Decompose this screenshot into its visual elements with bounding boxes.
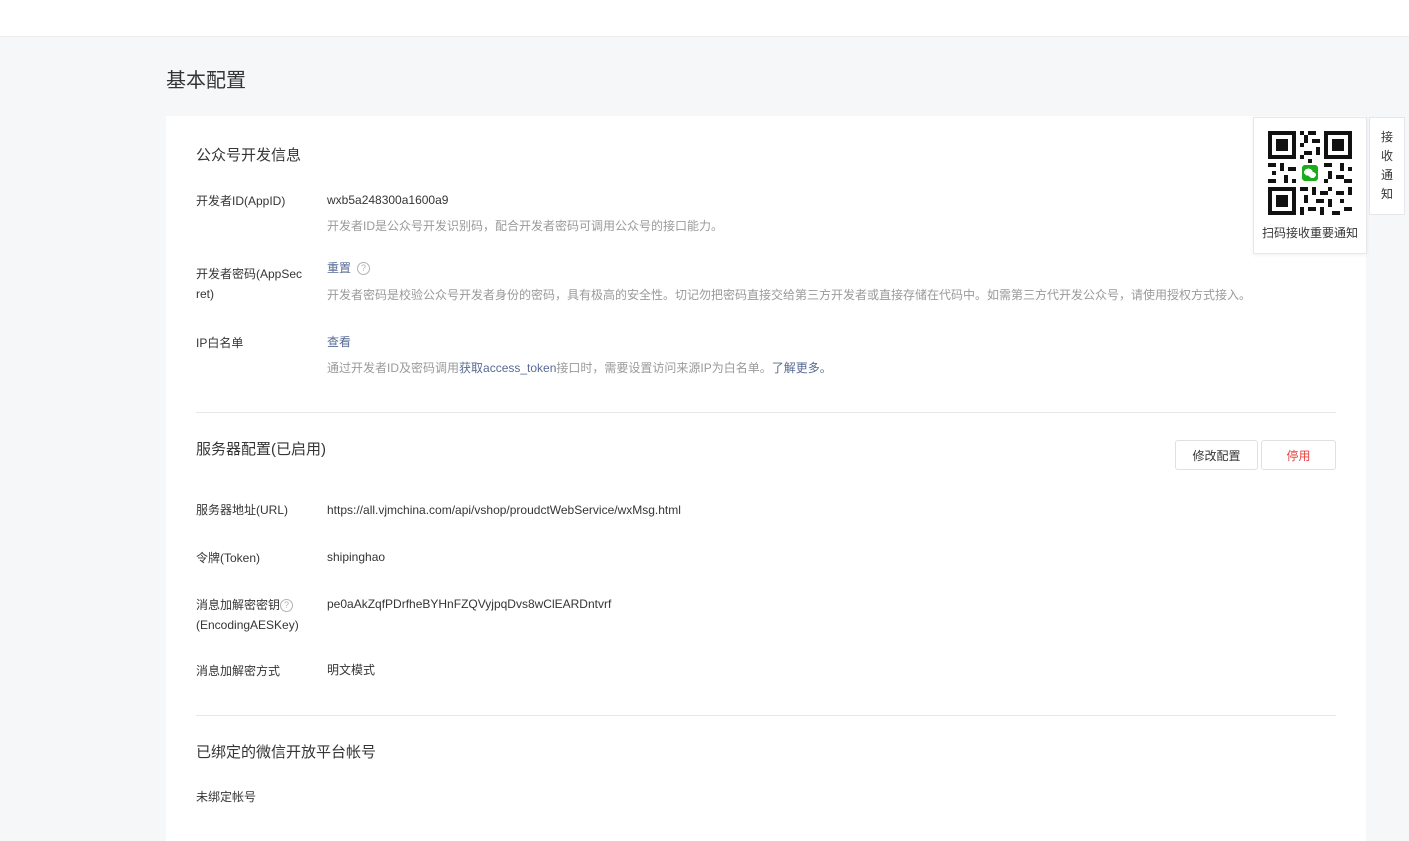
appid-label: 开发者ID(AppID)	[196, 194, 286, 208]
appsecret-value: 重置?	[327, 258, 371, 278]
ip-whitelist-description: 通过开发者ID及密码调用获取access_token接口时，需要设置访问来源IP…	[327, 358, 832, 378]
ip-whitelist-label: IP白名单	[196, 336, 244, 350]
qr-caption: 扫码接收重要通知	[1261, 226, 1358, 240]
qr-notification-popup: 扫码接收重要通知	[1253, 117, 1367, 254]
reset-secret-link[interactable]: 重置	[327, 261, 351, 275]
side-tab-char: 收	[1380, 149, 1393, 163]
section-divider	[196, 412, 1336, 413]
ip-desc-text-2: 接口时，需要设置访问来源IP为白名单。	[556, 361, 772, 375]
appid-description: 开发者ID是公众号开发识别码，配合开发者密码可调用公众号的接口能力。	[327, 219, 724, 233]
ip-whitelist-value: 查看	[327, 332, 351, 352]
appsecret-description: 开发者密码是校验公众号开发者身份的密码，具有极高的安全性。切记勿把密码直接交给第…	[327, 288, 1252, 302]
appsecret-label: 开发者密码(AppSec ret)	[196, 264, 312, 304]
token-value: shipinghao	[327, 550, 386, 564]
encryption-mode-value: 明文模式	[327, 663, 376, 677]
side-tab-char: 知	[1380, 187, 1393, 201]
encryption-mode-label: 消息加解密方式	[196, 664, 281, 678]
appsecret-label-line2: ret)	[196, 287, 214, 301]
appid-value: wxb5a248300a1600a9	[327, 193, 449, 207]
aeskey-label: 消息加解密密钥? (EncodingAESKey)	[196, 595, 326, 635]
token-label: 令牌(Token)	[196, 551, 261, 565]
disable-button[interactable]: 停用	[1261, 440, 1336, 470]
server-url-label: 服务器地址(URL)	[196, 503, 288, 517]
aeskey-label-line1: 消息加解密密钥	[196, 598, 281, 612]
server-url-value: https://all.vjmchina.com/api/vshop/proud…	[327, 503, 681, 517]
open-platform-status: 未绑定帐号	[196, 790, 257, 804]
appsecret-label-line1: 开发者密码(AppSec	[196, 267, 303, 281]
learn-more-link[interactable]: 了解更多。	[772, 361, 832, 375]
aeskey-label-line2: (EncodingAESKey)	[196, 618, 299, 632]
help-icon[interactable]: ?	[357, 262, 371, 276]
get-access-token-link[interactable]: 获取access_token	[459, 361, 556, 375]
view-whitelist-link[interactable]: 查看	[327, 335, 351, 349]
ip-desc-text: 通过开发者ID及密码调用	[327, 361, 460, 375]
open-platform-section-title: 已绑定的微信开放平台帐号	[196, 744, 377, 761]
section-divider	[196, 715, 1336, 716]
side-tab-char: 通	[1380, 168, 1393, 182]
receive-notification-side-tab[interactable]: 接 收 通 知	[1369, 117, 1405, 215]
dev-info-section-title: 公众号开发信息	[196, 147, 302, 164]
server-section-title: 服务器配置(已启用)	[196, 441, 326, 458]
wechat-qr-icon	[1268, 131, 1352, 215]
help-icon[interactable]: ?	[280, 599, 294, 613]
modify-config-button[interactable]: 修改配置	[1175, 440, 1258, 470]
top-navigation-bar	[0, 0, 1409, 37]
aeskey-value: pe0aAkZqfPDrfheBYHnFZQVyjpqDvs8wClEARDnt…	[327, 597, 612, 611]
page-title: 基本配置	[166, 70, 246, 92]
side-tab-char: 接	[1380, 130, 1393, 144]
